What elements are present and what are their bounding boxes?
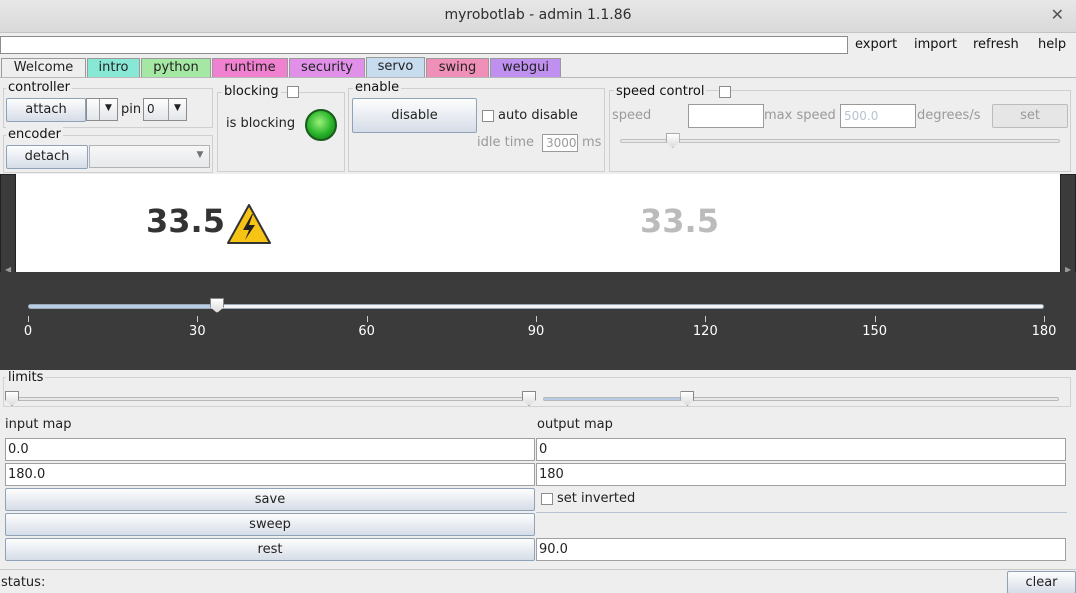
is-blocking-label: is blocking (226, 116, 296, 131)
tick-mark (874, 316, 876, 322)
speed-slider-track (620, 139, 1060, 143)
tick-label: 90 (527, 324, 545, 339)
clear-button[interactable]: clear (1007, 571, 1076, 593)
blocking-led-icon (305, 109, 337, 141)
export-menu[interactable]: export (855, 37, 897, 52)
pin-label: pin (121, 102, 142, 117)
import-menu[interactable]: import (914, 37, 957, 52)
speed-label: speed (612, 108, 652, 123)
disable-button[interactable]: disable (352, 98, 477, 133)
max-speed-field[interactable]: 500.0 (840, 104, 916, 128)
limits-title: limits (6, 370, 46, 385)
chevron-down-icon: ▼ (196, 150, 204, 160)
title-bar: myrobotlab - admin 1.1.86 ✕ (0, 0, 1076, 33)
position-slider-fill (29, 305, 218, 308)
pin-select[interactable]: 0 ▼ (143, 98, 187, 121)
speed-field[interactable] (688, 104, 764, 128)
target-position: 33.5 (640, 202, 719, 240)
rest-button[interactable]: rest (5, 538, 535, 561)
limits-panel: limits input map output map 0.0 0 180.0 … (0, 370, 1076, 568)
window-title: myrobotlab - admin 1.1.86 (444, 7, 632, 23)
set-inverted-label: set inverted (557, 491, 636, 506)
tick-mark (197, 316, 199, 322)
tick-mark (1044, 316, 1045, 322)
idle-time-label: idle time (477, 135, 534, 150)
input-map-min-field[interactable]: 0.0 (5, 438, 535, 461)
tick-label: 60 (358, 324, 375, 339)
speed-control-title: speed control (614, 84, 707, 99)
status-label: status: (1, 575, 46, 590)
top-bar: export import refresh help (0, 34, 1076, 56)
tick-mark (536, 316, 537, 322)
position-slider-track[interactable] (28, 304, 1044, 309)
tab-intro[interactable]: intro (87, 58, 140, 77)
enable-title: enable (353, 80, 402, 95)
output-limits-fill (544, 398, 688, 400)
chevron-down-icon: ▼ (168, 99, 186, 120)
detach-button[interactable]: detach (6, 145, 88, 169)
tick-label: 30 (189, 324, 206, 339)
blocking-title: blocking (222, 84, 281, 99)
encoder-title: encoder (6, 127, 63, 142)
tab-runtime[interactable]: runtime (212, 58, 288, 77)
current-position: 33.5 (146, 202, 225, 240)
help-menu[interactable]: help (1038, 37, 1066, 52)
chevron-down-icon: ▼ (99, 99, 117, 120)
tick-label: 180 (1031, 324, 1057, 339)
output-map-min-field[interactable]: 0 (536, 438, 1066, 461)
tick-mark (705, 316, 707, 322)
input-map-label: input map (5, 417, 72, 432)
tab-welcome[interactable]: Welcome (1, 58, 86, 77)
position-slider-area: 0 30 60 90 120 150 180 (0, 272, 1076, 370)
blocking-checkbox[interactable] (287, 86, 299, 98)
tick-label: 120 (692, 324, 718, 339)
tab-bar: Welcome intro python runtime security se… (0, 57, 1076, 78)
rest-value-field[interactable]: 90.0 (536, 538, 1066, 561)
limits-group (3, 377, 1071, 407)
controller-title: controller (6, 80, 73, 95)
degrees-unit-label: degrees/s (917, 108, 981, 123)
input-map-max-field[interactable]: 180.0 (5, 463, 535, 486)
max-speed-label: max speed (764, 108, 836, 123)
tick-label: 150 (862, 324, 888, 339)
input-limits-track[interactable] (12, 397, 530, 401)
output-limits-track[interactable] (543, 397, 1059, 401)
sweep-button[interactable]: sweep (5, 513, 535, 536)
tab-swing[interactable]: swing (426, 58, 489, 77)
tab-python[interactable]: python (141, 58, 211, 77)
controller-select[interactable]: ▼ (86, 98, 118, 121)
pin-value: 0 (147, 102, 155, 116)
tick-label: 0 (23, 324, 33, 339)
divider (536, 512, 1067, 513)
tick-mark (366, 316, 368, 322)
tick-mark (28, 316, 29, 322)
status-bar: status: clear (0, 569, 1076, 593)
auto-disable-label: auto disable (498, 108, 578, 123)
save-button[interactable]: save (5, 488, 535, 511)
command-input[interactable] (0, 36, 848, 54)
ms-label: ms (582, 135, 602, 150)
tab-security[interactable]: security (289, 58, 365, 77)
position-slider-thumb[interactable] (210, 298, 225, 313)
refresh-menu[interactable]: refresh (973, 37, 1019, 52)
set-speed-button[interactable]: set (992, 104, 1068, 128)
speed-control-group (609, 90, 1071, 172)
idle-time-field[interactable]: 3000 (542, 134, 578, 152)
tab-servo[interactable]: servo (366, 57, 425, 78)
close-icon[interactable]: ✕ (1051, 5, 1064, 24)
tab-webgui[interactable]: webgui (490, 58, 561, 77)
output-map-max-field[interactable]: 180 (536, 463, 1066, 486)
speed-control-checkbox[interactable] (719, 86, 731, 98)
auto-disable-checkbox[interactable] (482, 110, 494, 122)
encoder-select[interactable]: ▼ (89, 145, 210, 168)
warning-icon (227, 204, 271, 244)
attach-button[interactable]: attach (6, 98, 86, 122)
servo-display: ◀ ▶ 33.5 33.5 0 30 60 90 120 150 180 (0, 174, 1076, 370)
output-map-label: output map (537, 417, 613, 432)
set-inverted-checkbox[interactable] (541, 493, 553, 505)
servo-controls: controller attach ▼ pin 0 ▼ encoder detac… (0, 77, 1076, 174)
